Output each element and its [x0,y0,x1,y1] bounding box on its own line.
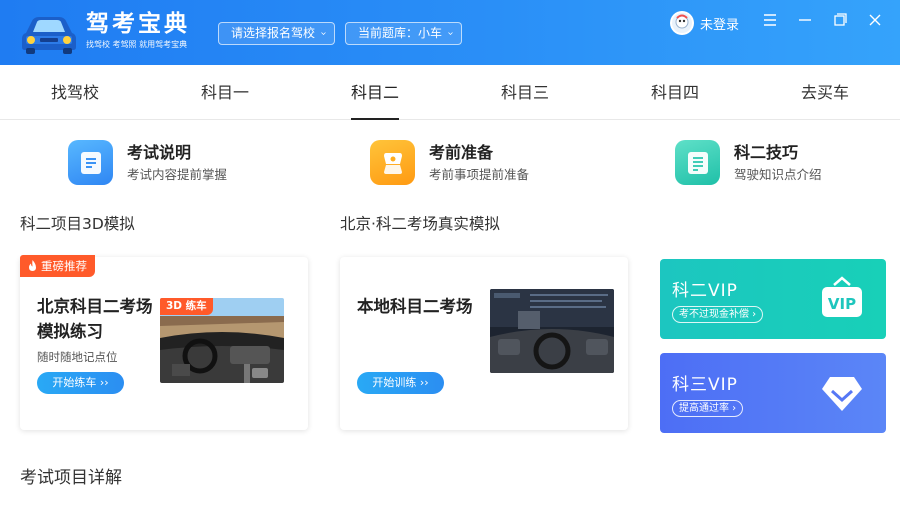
tab-buy-car[interactable]: 去买车 [750,65,900,120]
tab-subject-four[interactable]: 科目四 [600,65,750,120]
quick-link-subtitle: 驾驶知识点介绍 [734,167,822,182]
section-title-3d: 科二项目3D模拟 [20,215,135,233]
subject-tabs: 找驾校 科目一 科目二 科目三 科目四 去买车 [0,65,900,120]
school-select-label: 请选择报名驾校 [231,26,316,40]
quick-link-subtitle: 考前事项提前准备 [429,167,530,182]
quick-link-title: 科二技巧 [734,143,799,162]
start-training-button[interactable]: 开始训练 ›› [357,372,444,394]
chevron-down-icon [448,32,453,35]
avatar [670,11,694,35]
tab-subject-two[interactable]: 科目二 [300,65,450,120]
section-title-real-sim: 北京·科二考场真实模拟 [340,215,500,233]
vip-card-subject-two[interactable]: 科二VIP 考不过现金补偿 › VIP [660,259,886,339]
app-name: 驾考宝典 [86,11,190,37]
vip-subtitle: 考不过现金补偿 › [672,306,764,323]
chevron-down-icon [321,32,326,35]
menu-icon[interactable] [762,12,778,28]
quick-link-exam-guide[interactable]: 考试说明 考试内容提前掌握 [68,140,227,186]
tips-icon [675,140,720,185]
real-simulation-thumbnail [490,289,614,373]
brand: 驾考宝典 找驾校 考驾照 就用驾考宝典 [86,9,190,50]
tab-subject-one[interactable]: 科目一 [150,65,300,120]
fire-icon [29,260,36,271]
active-tab-underline [351,118,399,120]
card-subtitle: 随时随地记点位 [37,350,118,364]
card-real-simulation[interactable]: 本地科目二考场 开始训练 ›› [340,257,628,430]
3d-simulation-thumbnail: 3D 练车 [160,298,284,383]
tab-find-school[interactable]: 找驾校 [0,65,150,120]
start-practice-button[interactable]: 开始练车 ›› [37,372,124,394]
app-slogan: 找驾校 考驾照 就用驾考宝典 [86,40,188,49]
card-3d-simulation[interactable]: 重磅推荐 北京科目二考场 模拟练习 随时随地记点位 开始练车 ›› 3D 练车 [20,255,308,430]
title-bar: 驾考宝典 找驾校 考驾照 就用驾考宝典 请选择报名驾校 当前题库：小车 未登录 [0,0,900,65]
question-bank-label: 当前题库：小车 [358,26,443,40]
login-label: 未登录 [700,17,740,33]
login-button[interactable]: 未登录 [670,11,739,35]
minimize-icon[interactable] [797,12,813,28]
vip-title: 科三VIP [672,375,738,395]
question-bank-select[interactable]: 当前题库：小车 [345,22,462,45]
vip-subtitle: 提高通过率 › [672,400,744,417]
school-select[interactable]: 请选择报名驾校 [218,22,335,45]
recommend-badge: 重磅推荐 [20,255,95,277]
quick-link-tips[interactable]: 科二技巧 驾驶知识点介绍 [675,140,822,186]
car-seat-icon [370,140,415,185]
diamond-icon [822,377,862,411]
exam-details-title: 考试项目详解 [20,468,122,488]
maximize-icon[interactable] [832,12,848,28]
tab-subject-three[interactable]: 科目三 [450,65,600,120]
svg-text:VIP: VIP [828,295,856,313]
quick-link-subtitle: 考试内容提前掌握 [127,167,228,182]
close-icon[interactable] [867,12,883,28]
card-title: 北京科目二考场 [37,297,153,316]
quick-link-title: 考试说明 [127,143,192,162]
3d-practice-tag: 3D 练车 [160,298,213,315]
app-logo-car-icon [20,11,78,55]
vip-badge-icon: VIP [822,276,862,317]
document-icon [68,140,113,185]
quick-link-title: 考前准备 [429,143,494,162]
quick-link-exam-prep[interactable]: 考前准备 考前事项提前准备 [370,140,529,186]
user-avatar-icon [672,13,692,33]
card-title: 模拟练习 [37,322,103,341]
vip-title: 科二VIP [672,281,738,301]
vip-card-subject-three[interactable]: 科三VIP 提高通过率 › [660,353,886,433]
card-title: 本地科目二考场 [357,297,473,316]
